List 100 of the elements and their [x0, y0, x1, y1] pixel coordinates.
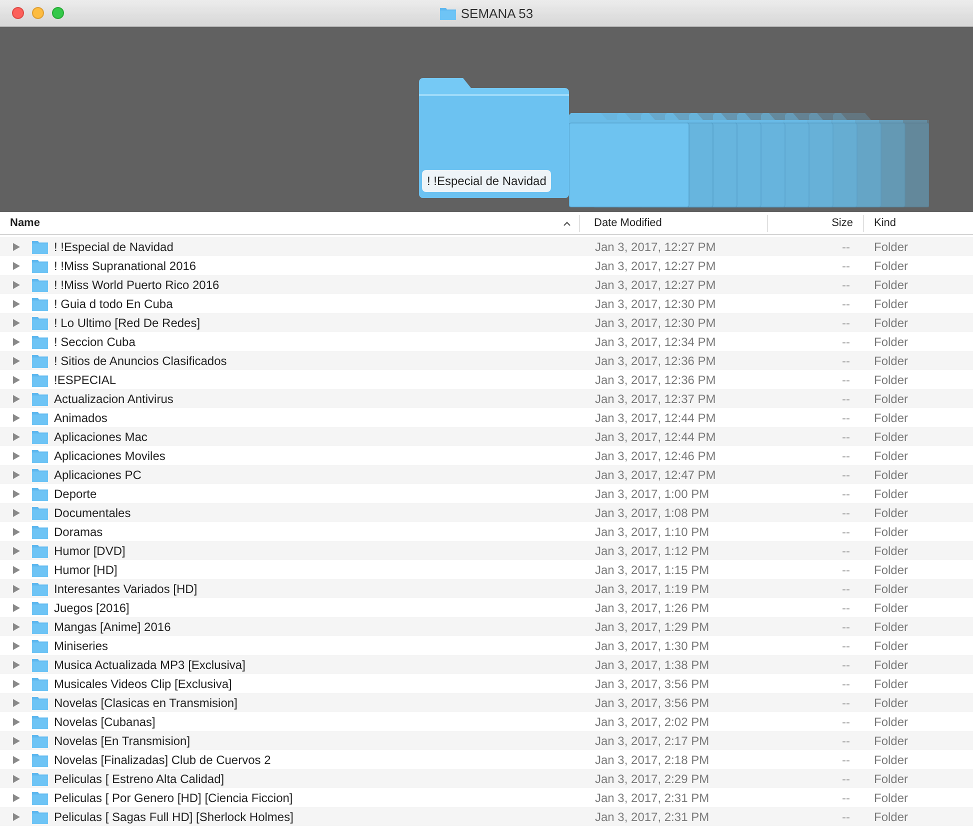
file-name[interactable]: Animados — [54, 408, 108, 426]
file-name[interactable]: Novelas [Finalizadas] Club de Cuervos 2 — [54, 750, 271, 768]
file-name[interactable]: Documentales — [54, 504, 131, 522]
file-size: -- — [842, 656, 850, 674]
file-name[interactable]: Novelas [Cubanas] — [54, 712, 156, 730]
disclosure-triangle-icon[interactable] — [13, 452, 20, 460]
date-modified: Jan 3, 2017, 1:38 PM — [595, 658, 710, 672]
disclosure-triangle-icon[interactable] — [13, 756, 20, 764]
file-name[interactable]: Aplicaciones Mac — [54, 428, 148, 446]
disclosure-triangle-icon[interactable] — [13, 528, 20, 536]
date-modified: Jan 3, 2017, 3:56 PM — [595, 676, 710, 690]
file-name[interactable]: Deporte — [54, 484, 97, 502]
column-header[interactable]: Kind — [864, 214, 973, 232]
disclosure-triangle-icon[interactable] — [13, 318, 20, 326]
folder-icon — [32, 296, 48, 310]
file-name[interactable]: Doramas — [54, 522, 103, 540]
disclosure-triangle-icon[interactable] — [13, 508, 20, 516]
disclosure-triangle-icon[interactable] — [13, 432, 20, 440]
folder-icon — [32, 430, 48, 444]
disclosure-triangle-icon[interactable] — [13, 394, 20, 402]
disclosure-triangle-icon[interactable] — [13, 642, 20, 650]
date-modified: Jan 3, 2017, 12:27 PM — [595, 240, 716, 254]
file-name[interactable]: Novelas [Clasicas en Transmision] — [54, 694, 238, 712]
file-kind: Folder — [874, 582, 908, 596]
disclosure-triangle-icon[interactable] — [13, 414, 20, 422]
folder-icon — [32, 714, 48, 728]
file-kind: Folder — [874, 714, 908, 728]
file-kind: Folder — [874, 676, 908, 690]
file-name[interactable]: Novelas [En Transmision] — [54, 732, 190, 750]
disclosure-triangle-icon[interactable] — [13, 566, 20, 574]
close-button[interactable] — [12, 7, 24, 19]
file-kind: Folder — [874, 258, 908, 272]
date-modified: Jan 3, 2017, 12:27 PM — [595, 258, 716, 272]
disclosure-triangle-icon[interactable] — [13, 794, 20, 802]
file-name[interactable]: Aplicaciones Moviles — [54, 446, 166, 464]
file-size: -- — [842, 790, 850, 806]
disclosure-triangle-icon[interactable] — [13, 470, 20, 478]
minimize-button[interactable] — [32, 7, 44, 19]
file-name[interactable]: Humor [HD] — [54, 560, 118, 578]
file-name[interactable]: ! Seccion Cuba — [54, 332, 136, 350]
disclosure-triangle-icon[interactable] — [13, 300, 20, 308]
file-kind: Folder — [874, 430, 908, 444]
disclosure-triangle-icon[interactable] — [13, 604, 20, 612]
disclosure-triangle-icon[interactable] — [13, 490, 20, 498]
file-kind: Folder — [874, 696, 908, 710]
file-kind: Folder — [874, 240, 908, 254]
file-kind: Folder — [874, 734, 908, 748]
file-kind: Folder — [874, 810, 908, 824]
disclosure-triangle-icon[interactable] — [13, 718, 20, 726]
file-name[interactable]: ! !Miss World Puerto Rico 2016 — [54, 276, 220, 294]
file-name[interactable]: Peliculas [ Sagas Full HD] [Sherlock Holmes] — [54, 808, 294, 826]
file-name[interactable]: Humor [DVD] — [54, 542, 126, 560]
file-name[interactable]: Musicales Videos Clip [Exclusiva] — [54, 674, 232, 692]
file-name[interactable]: Miniseries — [54, 636, 108, 654]
file-name[interactable]: Musica Actualizada MP3 [Exclusiva] — [54, 656, 246, 674]
disclosure-triangle-icon[interactable] — [13, 262, 20, 270]
file-name[interactable]: Juegos [2016] — [54, 598, 130, 616]
file-size: -- — [842, 238, 850, 256]
file-name[interactable]: Interesantes Variados [HD] — [54, 580, 198, 598]
disclosure-triangle-icon[interactable] — [13, 736, 20, 744]
column-header[interactable]: Date Modified — [580, 214, 768, 232]
disclosure-triangle-icon[interactable] — [13, 680, 20, 688]
file-name[interactable]: ! Lo Ultimo [Red De Redes] — [54, 314, 200, 332]
file-name[interactable]: ! Sitios de Anuncios Clasificados — [54, 352, 227, 370]
file-name[interactable]: ! !Miss Supranational 2016 — [54, 256, 196, 274]
disclosure-triangle-icon[interactable] — [13, 376, 20, 384]
disclosure-triangle-icon[interactable] — [13, 774, 20, 782]
file-name[interactable]: Aplicaciones PC — [54, 466, 142, 484]
file-name[interactable]: ! Guia d todo En Cuba — [54, 294, 173, 312]
zoom-button[interactable] — [52, 7, 64, 19]
disclosure-triangle-icon[interactable] — [13, 356, 20, 364]
disclosure-triangle-icon[interactable] — [13, 546, 20, 554]
column-header[interactable]: Name — [0, 214, 580, 232]
file-kind: Folder — [874, 372, 908, 386]
file-size: -- — [842, 276, 850, 294]
date-modified: Jan 3, 2017, 2:29 PM — [595, 772, 710, 786]
file-size: -- — [842, 524, 850, 540]
disclosure-triangle-icon[interactable] — [13, 242, 20, 250]
disclosure-triangle-icon[interactable] — [13, 338, 20, 346]
disclosure-triangle-icon[interactable] — [13, 660, 20, 668]
file-kind: Folder — [874, 658, 908, 672]
file-name[interactable]: Mangas [Anime] 2016 — [54, 618, 171, 636]
disclosure-triangle-icon[interactable] — [13, 698, 20, 706]
date-modified: Jan 3, 2017, 12:46 PM — [595, 448, 716, 462]
disclosure-triangle-icon[interactable] — [13, 584, 20, 592]
window-title: SEMANA 53 — [460, 4, 534, 23]
file-kind: Folder — [874, 506, 908, 520]
file-name[interactable]: ! !Especial de Navidad — [54, 238, 174, 256]
disclosure-triangle-icon[interactable] — [13, 280, 20, 288]
file-name[interactable]: !ESPECIAL — [54, 370, 116, 388]
column-header[interactable]: Size — [768, 214, 864, 232]
file-kind: Folder — [874, 620, 908, 634]
file-name[interactable]: Peliculas [ Estreno Alta Calidad] — [54, 770, 224, 788]
file-name[interactable]: Peliculas [ Por Genero [HD] [Ciencia Ficcion] — [54, 788, 293, 806]
disclosure-triangle-icon[interactable] — [13, 812, 20, 820]
file-size: -- — [842, 714, 850, 730]
file-kind: Folder — [874, 752, 908, 766]
folder-icon — [32, 582, 48, 596]
disclosure-triangle-icon[interactable] — [13, 622, 20, 630]
file-name[interactable]: Actualizacion Antivirus — [54, 390, 174, 408]
